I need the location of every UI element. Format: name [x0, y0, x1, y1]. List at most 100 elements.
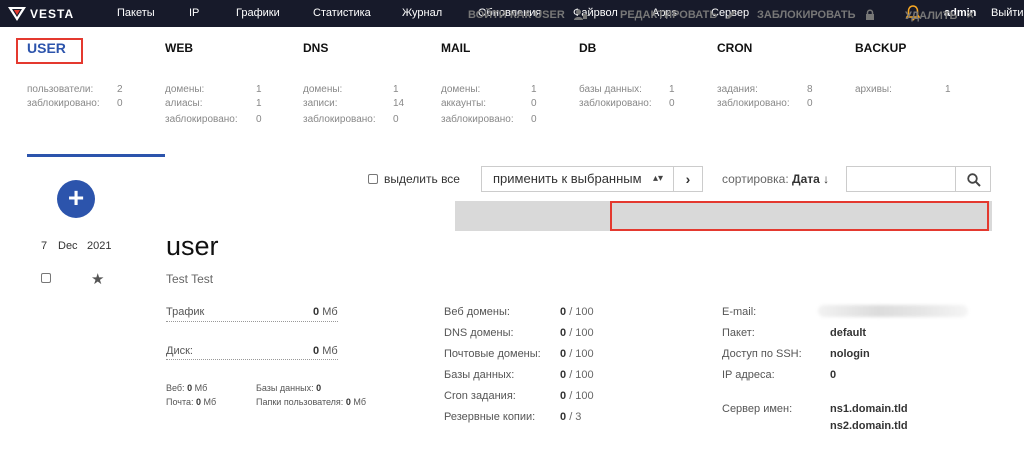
stat-label: заблокировано:: [303, 114, 376, 125]
limit-total: / 100: [569, 327, 594, 339]
stat-value: 0: [117, 98, 123, 109]
delete-button[interactable]: УДАЛИТЬ ×: [905, 0, 974, 30]
stat-value: 2: [117, 84, 123, 95]
stat-value: 0: [531, 98, 537, 109]
web-usage-value: 0: [187, 383, 193, 393]
stat-label: задания:: [717, 84, 758, 95]
stat-value: 1: [256, 84, 262, 95]
package-value: default: [830, 327, 867, 339]
stat-backup[interactable]: BACKUP: [855, 40, 906, 56]
userdirs-usage-label: Папки пользователя:: [256, 397, 344, 407]
row-checkbox[interactable]: [41, 273, 51, 283]
sort-control[interactable]: сортировка: Дата ↓: [722, 172, 829, 186]
ip-value: 0: [830, 369, 837, 381]
select-all-checkbox[interactable]: [368, 174, 378, 184]
stat-label: алиасы:: [165, 98, 203, 109]
stat-title: USER: [27, 40, 66, 56]
nav-logout[interactable]: Выйти: [991, 0, 1024, 27]
disk-number: 0: [313, 345, 320, 357]
limit-value: 0 / 100: [560, 390, 594, 402]
stat-value: 0: [531, 114, 537, 125]
ns2-value: ns2.domain.tld: [830, 420, 908, 432]
vesta-logo-icon: [8, 6, 26, 21]
stat-label: заблокировано:: [579, 98, 652, 109]
stat-value: 1: [393, 84, 399, 95]
ssh-label: Доступ по SSH:: [722, 348, 802, 360]
search-button[interactable]: [955, 166, 991, 192]
stat-label: заблокировано:: [27, 98, 100, 109]
web-usage: Веб: 0 Мб: [166, 383, 207, 393]
stat-title: CRON: [717, 41, 753, 55]
stat-title: MAIL: [441, 41, 471, 55]
stat-label: записи:: [303, 98, 338, 109]
limit-label: Почтовые домены:: [444, 348, 541, 360]
vesta-logo[interactable]: VESTA: [8, 5, 74, 22]
stat-value: 0: [393, 114, 399, 125]
record-username: user: [166, 231, 219, 261]
edit-button[interactable]: РЕДАКТИРОВАТЬ: [620, 0, 737, 30]
email-value-redacted: [818, 305, 968, 317]
limit-total: / 100: [569, 306, 594, 318]
add-user-button[interactable]: +: [57, 180, 95, 218]
limit-label: Cron задания:: [444, 390, 516, 402]
star-icon[interactable]: ★: [91, 270, 104, 288]
bulk-action-select[interactable]: применить к выбранным ▴▾: [481, 166, 674, 192]
disk-value: 0 Мб: [313, 345, 338, 357]
search-input[interactable]: [846, 166, 956, 192]
limit-value: 0 / 100: [560, 306, 594, 318]
limit-total: / 3: [569, 411, 582, 423]
select-all[interactable]: выделить все: [368, 172, 460, 186]
mail-usage-value: 0: [196, 397, 202, 407]
user-key-icon: [573, 9, 587, 20]
stat-label: домены:: [165, 84, 205, 95]
stat-value: 1: [531, 84, 537, 95]
stat-title: DNS: [303, 41, 329, 55]
limit-value: 0 / 100: [560, 369, 594, 381]
traffic-value: 0 Мб: [313, 306, 338, 318]
nav-log[interactable]: Журнал: [402, 0, 442, 27]
ns-label: Сервер имен:: [722, 403, 793, 415]
limit-used: 0: [560, 369, 567, 381]
stat-label: пользователи:: [27, 84, 94, 95]
limit-used: 0: [560, 390, 567, 402]
nav-ip[interactable]: IP: [189, 0, 199, 27]
disk-bar: [166, 359, 338, 360]
block-button[interactable]: ЗАБЛОКИРОВАТЬ: [757, 0, 875, 30]
mail-usage: Почта: 0 Мб: [166, 397, 216, 407]
limit-used: 0: [560, 348, 567, 360]
stat-value: 8: [807, 84, 813, 95]
limit-value: 0 / 100: [560, 348, 594, 360]
login-as-user-button[interactable]: ВОЙТИ КАК USER: [468, 0, 588, 30]
stat-title: WEB: [165, 41, 193, 55]
stat-mail[interactable]: MAIL: [441, 40, 470, 56]
bulk-action-label: применить к выбранным: [493, 171, 642, 186]
nav-packages[interactable]: Пакеты: [117, 0, 155, 27]
apply-button[interactable]: ›: [674, 166, 703, 192]
db-usage: Базы данных: 0: [256, 383, 321, 393]
db-usage-value: 0: [316, 383, 322, 393]
action-highlight-box: [610, 201, 989, 231]
limit-used: 0: [560, 306, 567, 318]
stat-db[interactable]: DB: [579, 40, 596, 56]
stat-value: 1: [945, 84, 951, 95]
nav-graphs[interactable]: Графики: [236, 0, 280, 27]
userdirs-usage-unit: Мб: [353, 397, 367, 407]
stat-user[interactable]: USER: [27, 40, 66, 56]
stat-cron[interactable]: CRON: [717, 40, 752, 56]
record-day: 7: [41, 240, 48, 252]
close-icon: ×: [966, 7, 975, 22]
userdirs-usage: Папки пользователя: 0 Мб: [256, 397, 366, 407]
edit-label: РЕДАКТИРОВАТЬ: [620, 9, 718, 21]
stat-web[interactable]: WEB: [165, 40, 193, 56]
stat-title: BACKUP: [855, 41, 907, 55]
web-usage-unit: Мб: [194, 383, 208, 393]
limit-value: 0 / 3: [560, 411, 581, 423]
disk-unit: Мб: [322, 345, 338, 357]
mail-usage-unit: Мб: [203, 397, 217, 407]
stat-dns[interactable]: DNS: [303, 40, 328, 56]
traffic-label: Трафик: [166, 306, 205, 318]
stat-title: DB: [579, 41, 597, 55]
limit-total: / 100: [569, 369, 594, 381]
nav-statistics[interactable]: Статистика: [313, 0, 371, 27]
limit-label: Веб домены:: [444, 306, 510, 318]
